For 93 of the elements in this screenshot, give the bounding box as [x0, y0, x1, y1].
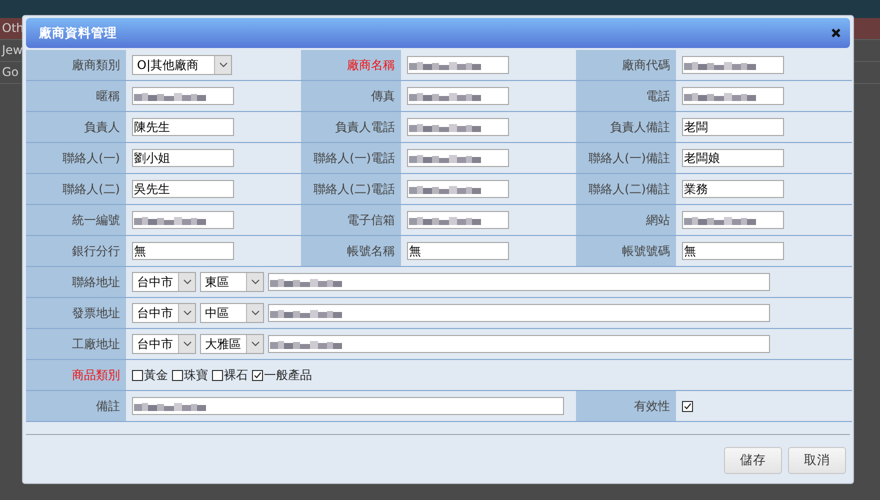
checkbox[interactable]	[132, 370, 143, 380]
field-label: 網站	[576, 205, 676, 236]
chevron-down-icon	[218, 62, 228, 68]
input-field[interactable]	[682, 56, 784, 74]
input-field[interactable]: 吳先生	[132, 180, 234, 198]
input-field[interactable]	[407, 180, 509, 198]
chevron-down-icon	[250, 279, 260, 285]
field-label: 銀行分行	[26, 236, 126, 267]
field-label: 暱稱	[26, 81, 126, 112]
pixelated-text	[684, 60, 756, 70]
input-field[interactable]	[132, 87, 234, 105]
input-field[interactable]	[268, 273, 770, 291]
field-label: 負責人備註	[576, 112, 676, 143]
field-label: 統一編號	[26, 205, 126, 236]
dropdown[interactable]: 大雅區	[200, 334, 264, 354]
input-field[interactable]: 無	[407, 242, 509, 260]
field-label: 聯絡人(一)電話	[301, 143, 401, 174]
dropdown[interactable]: 台中市	[132, 303, 196, 323]
field-label: 發票地址	[26, 298, 126, 329]
input-field[interactable]	[407, 211, 509, 229]
pixelated-text	[409, 153, 481, 163]
field-label: 電話	[576, 81, 676, 112]
field-label: 負責人電話	[301, 112, 401, 143]
field-label: 傳真	[301, 81, 401, 112]
close-icon[interactable]	[831, 28, 841, 38]
pixelated-text	[270, 308, 342, 318]
input-field[interactable]	[682, 211, 784, 229]
pixelated-text	[409, 184, 481, 194]
pixelated-text	[270, 339, 342, 349]
checkbox-label: 裸石	[224, 366, 248, 384]
pixelated-text	[684, 215, 756, 225]
input-field[interactable]: 業務	[682, 180, 784, 198]
pixelated-text	[134, 401, 206, 411]
pixelated-text	[409, 60, 481, 70]
dropdown[interactable]: 台中市	[132, 334, 196, 354]
field-label: 聯絡地址	[26, 267, 126, 298]
field-label: 工廠地址	[26, 329, 126, 360]
input-field[interactable]	[407, 149, 509, 167]
chevron-down-icon	[182, 310, 192, 316]
chevron-down-icon	[250, 310, 260, 316]
field-label: 廠商類別	[26, 50, 126, 81]
input-field[interactable]	[268, 304, 770, 322]
input-field[interactable]: 老闆娘	[682, 149, 784, 167]
chevron-down-icon	[182, 341, 192, 347]
input-field[interactable]	[407, 56, 509, 74]
dialog-button[interactable]: 儲存	[724, 447, 782, 474]
input-field[interactable]: 無	[682, 242, 784, 260]
checkbox[interactable]	[682, 400, 693, 412]
pixelated-text	[270, 277, 342, 287]
field-label: 聯絡人(二)電話	[301, 174, 401, 205]
chevron-down-icon	[182, 279, 192, 285]
field-label: 有效性	[576, 391, 676, 422]
dropdown[interactable]: 台中市	[132, 272, 196, 292]
field-label: 聯絡人(二)備註	[576, 174, 676, 205]
field-label: 廠商名稱	[301, 50, 401, 81]
field-label: 商品類別	[26, 360, 126, 391]
field-label: 聯絡人(一)備註	[576, 143, 676, 174]
field-label: 帳號號碼	[576, 236, 676, 267]
input-field[interactable]: 老闆	[682, 118, 784, 136]
input-field[interactable]	[268, 335, 770, 353]
dropdown[interactable]: 東區	[200, 272, 264, 292]
input-field[interactable]	[132, 211, 234, 229]
pixelated-text	[684, 91, 756, 101]
checkbox[interactable]	[212, 370, 223, 380]
field-label: 備註	[26, 391, 126, 422]
pixelated-text	[134, 215, 206, 225]
input-field[interactable]: 陳先生	[132, 118, 234, 136]
field-label: 負責人	[26, 112, 126, 143]
dialog-button[interactable]: 取消	[788, 447, 846, 474]
input-field[interactable]	[407, 118, 509, 136]
input-field[interactable]	[407, 87, 509, 105]
input-field[interactable]: 無	[132, 242, 234, 260]
input-field[interactable]: 劉小姐	[132, 149, 234, 167]
chevron-down-icon	[250, 341, 260, 347]
pixelated-text	[409, 91, 481, 101]
checkbox[interactable]	[172, 370, 183, 380]
input-field[interactable]	[132, 397, 564, 415]
field-label: 電子信箱	[301, 205, 401, 236]
field-label: 聯絡人(二)	[26, 174, 126, 205]
checkbox[interactable]	[252, 370, 263, 380]
field-label: 帳號名稱	[301, 236, 401, 267]
checkbox-label: 一般產品	[264, 366, 312, 384]
checkbox-label: 黃金	[144, 366, 168, 384]
field-label: 聯絡人(一)	[26, 143, 126, 174]
checkbox-label: 珠寶	[184, 366, 208, 384]
dialog-title: 廠商資料管理	[39, 24, 117, 42]
dropdown[interactable]: O|其他廠商	[132, 55, 232, 75]
dropdown[interactable]: 中區	[200, 303, 264, 323]
field-label: 廠商代碼	[576, 50, 676, 81]
input-field[interactable]	[682, 87, 784, 105]
pixelated-text	[409, 215, 481, 225]
pixelated-text	[409, 122, 481, 132]
pixelated-text	[134, 91, 206, 101]
